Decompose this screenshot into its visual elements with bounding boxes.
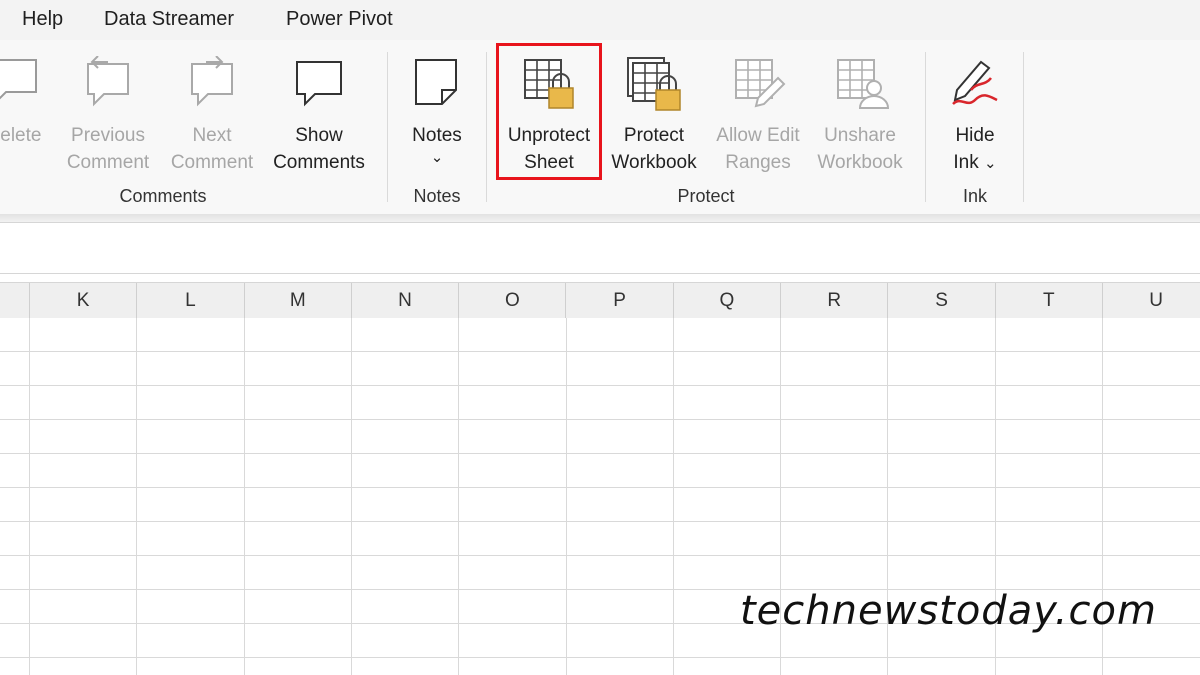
allow-edit-label-line1: Allow Edit [716, 125, 800, 146]
column-header-n[interactable]: N [352, 283, 460, 319]
protect-workbook-button[interactable]: Protect Workbook [604, 56, 704, 176]
grid-column-line [458, 318, 460, 675]
watermark: technewstoday.com [740, 588, 1157, 634]
workbook-user-icon [812, 56, 908, 114]
formula-bar[interactable] [0, 222, 1200, 274]
hide-ink-label-line2: Ink [953, 152, 979, 173]
ink-group-label: Ink [962, 186, 987, 206]
column-header-s[interactable]: S [888, 283, 996, 319]
chevron-down-icon: ⌄ [984, 155, 997, 172]
next-label-line1: Next [192, 125, 232, 146]
comment-icon [268, 56, 370, 114]
comment-next-icon [164, 56, 260, 114]
next-label-line2: Comment [170, 152, 254, 173]
column-header-u[interactable]: U [1103, 283, 1200, 319]
comments-group-label: Comments [119, 186, 207, 206]
tab-data-streamer[interactable]: Data Streamer [104, 8, 234, 31]
highlight-box [496, 43, 602, 180]
hide-ink-label-line1: Hide [955, 125, 995, 146]
group-divider [486, 52, 487, 202]
grid-column-line [565, 318, 567, 675]
group-divider [387, 52, 388, 202]
tab-help[interactable]: Help [22, 8, 63, 31]
ink-pen-icon [936, 56, 1014, 114]
grid-column-line [672, 318, 674, 675]
show-label-line1: Show [295, 125, 343, 146]
notes-group-label: Notes [413, 186, 461, 206]
allow-edit-label-line2: Ranges [725, 152, 791, 173]
column-header-row: KLMNOPQRSTU [0, 282, 1200, 320]
column-header-r[interactable]: R [781, 283, 889, 319]
ribbon-tab-bar: Help Data Streamer Power Pivot [0, 0, 1200, 40]
column-header-partial[interactable] [0, 283, 30, 319]
protect-group-label: Protect [677, 186, 735, 206]
note-icon [398, 56, 476, 114]
tab-power-pivot[interactable]: Power Pivot [286, 8, 393, 31]
previous-label-line2: Comment [66, 152, 150, 173]
protect-workbook-label-line2: Workbook [611, 152, 697, 173]
workbook-lock-icon [604, 56, 704, 114]
column-header-m[interactable]: M [245, 283, 352, 319]
next-comment-button[interactable]: Next Comment [164, 56, 260, 176]
unshare-label-line1: Unshare [824, 125, 896, 146]
group-divider [925, 52, 926, 202]
grid-column-line [350, 318, 352, 675]
show-comments-button[interactable]: Show Comments [268, 56, 370, 176]
group-divider [1023, 52, 1024, 202]
previous-comment-button[interactable]: Previous Comment [60, 56, 156, 176]
column-header-k[interactable]: K [30, 283, 138, 319]
column-header-o[interactable]: O [459, 283, 567, 319]
unshare-label-line2: Workbook [817, 152, 903, 173]
unshare-workbook-button[interactable]: Unshare Workbook [812, 56, 908, 176]
column-header-l[interactable]: L [137, 283, 245, 319]
notes-label: Notes [412, 125, 462, 146]
grid-column-line [136, 318, 138, 675]
notes-button[interactable]: Notes ⌄ [398, 56, 476, 167]
delete-comment-button[interactable]: Delete [0, 56, 50, 149]
hide-ink-button[interactable]: Hide Ink ⌄ [936, 56, 1014, 177]
column-header-p[interactable]: P [567, 283, 674, 319]
previous-label-line1: Previous [71, 125, 145, 146]
show-label-line2: Comments [273, 152, 365, 173]
sheet-pencil-icon [708, 56, 808, 114]
comment-previous-icon [60, 56, 156, 114]
grid-column-line [29, 318, 30, 675]
protect-workbook-label-line1: Protect [623, 125, 685, 146]
allow-edit-ranges-button[interactable]: Allow Edit Ranges [708, 56, 808, 176]
chevron-down-icon: ⌄ [430, 149, 444, 166]
grid-column-line [243, 318, 245, 675]
ribbon-shadow [0, 214, 1200, 222]
delete-label: Delete [0, 125, 42, 146]
comment-delete-icon [0, 56, 50, 114]
column-header-t[interactable]: T [996, 283, 1103, 319]
column-header-q[interactable]: Q [674, 283, 782, 319]
